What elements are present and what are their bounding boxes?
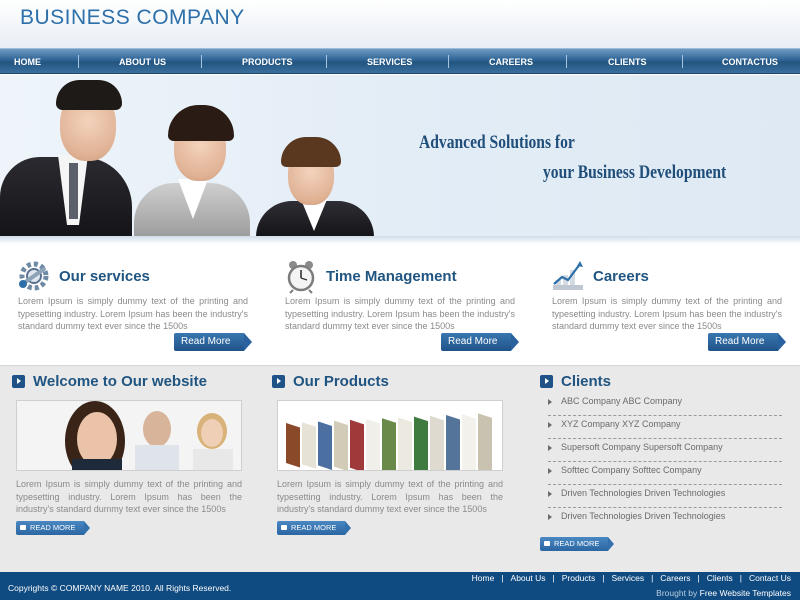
service-title: Careers	[593, 268, 649, 285]
nav-separator	[78, 55, 79, 68]
nav-item-careers[interactable]: CAREERS	[489, 49, 533, 75]
nav-separator	[682, 55, 683, 68]
footer-link-home[interactable]: Home	[472, 573, 495, 583]
banner-photo-man	[0, 75, 135, 237]
welcome-heading: Welcome to Our website	[12, 373, 207, 391]
read-more-button[interactable]: Read More	[441, 333, 519, 351]
section-title: Clients	[561, 373, 612, 391]
hero-banner: Advanced Solutions for your Business Dev…	[0, 75, 800, 243]
section-title: Our Products	[293, 373, 389, 391]
service-block-time-management: Time Management Lorem Ipsum is simply du…	[283, 258, 519, 358]
list-item[interactable]: ABC Company ABC Company	[548, 393, 782, 416]
bullet-arrow-icon	[548, 422, 552, 428]
service-title: Time Management	[326, 268, 457, 285]
service-description: Lorem Ipsum is simply dummy text of the …	[18, 296, 248, 331]
header: BUSINESS COMPANY	[0, 0, 800, 48]
service-title: Our services	[59, 268, 150, 285]
footer-separator: |	[602, 573, 605, 583]
bullet-arrow-icon	[12, 375, 25, 389]
banner-photo-woman-2	[250, 75, 380, 237]
service-description: Lorem Ipsum is simply dummy text of the …	[552, 296, 782, 331]
footer-link-careers[interactable]: Careers	[660, 573, 690, 583]
footer-separator: |	[552, 573, 555, 583]
products-books-photo	[277, 400, 503, 471]
footer-link-about-us[interactable]: About Us	[511, 573, 546, 583]
bullet-arrow-icon	[540, 375, 553, 389]
footer-link-contact-us[interactable]: Contact Us	[749, 573, 791, 583]
service-block-our-services: Our services Lorem Ipsum is simply dummy…	[16, 258, 252, 358]
list-item[interactable]: Driven Technologies Driven Technologies	[548, 485, 782, 508]
growth-chart-icon	[550, 258, 586, 294]
bullet-arrow-icon	[548, 491, 552, 497]
page: BUSINESS COMPANY HOME ABOUT US PRODUCTS …	[0, 0, 800, 600]
nav-separator	[326, 55, 327, 68]
nav-item-clients[interactable]: CLIENTS	[608, 49, 647, 75]
client-link[interactable]: Softtec Company Softtec Company	[561, 465, 702, 475]
read-more-button[interactable]: READ MORE	[540, 537, 614, 551]
list-item[interactable]: Driven Technologies Driven Technologies	[548, 508, 782, 531]
read-more-button[interactable]: Read More	[708, 333, 786, 351]
bullet-arrow-icon	[272, 375, 285, 389]
nav-separator	[448, 55, 449, 68]
credit-line: Brought by Free Website Templates	[656, 588, 791, 598]
main-nav: HOME ABOUT US PRODUCTS SERVICES CAREERS …	[0, 48, 800, 74]
credit-prefix: Brought by	[656, 588, 698, 598]
bullet-arrow-icon	[548, 399, 552, 405]
nav-item-home[interactable]: HOME	[14, 49, 41, 75]
copyright-text: Copyrights © COMPANY NAME 2010. All Righ…	[8, 583, 232, 593]
banner-photo-woman-1	[130, 75, 260, 237]
nav-item-about-us[interactable]: ABOUT US	[119, 49, 166, 75]
bullet-arrow-icon	[548, 445, 552, 451]
list-item[interactable]: Supersoft Company Supersoft Company	[548, 439, 782, 462]
welcome-team-photo	[16, 400, 242, 471]
service-block-careers: Careers Lorem Ipsum is simply dummy text…	[550, 258, 786, 358]
gear-wrench-icon	[16, 258, 52, 294]
products-heading: Our Products	[272, 373, 389, 391]
client-link[interactable]: ABC Company ABC Company	[561, 396, 682, 406]
read-more-button[interactable]: Read More	[174, 333, 252, 351]
client-link[interactable]: Driven Technologies Driven Technologies	[561, 488, 725, 498]
list-item[interactable]: Softtec Company Softtec Company	[548, 462, 782, 485]
banner-shadow	[0, 236, 800, 244]
read-more-button[interactable]: READ MORE	[16, 521, 90, 535]
service-description: Lorem Ipsum is simply dummy text of the …	[285, 296, 515, 331]
nav-separator	[201, 55, 202, 68]
brand-logo-text[interactable]: BUSINESS COMPANY	[20, 6, 245, 30]
banner-headline-line-2: your Business Development	[543, 162, 727, 183]
client-link[interactable]: Driven Technologies Driven Technologies	[561, 511, 725, 521]
nav-item-services[interactable]: SERVICES	[367, 49, 412, 75]
footer-separator: |	[501, 573, 504, 583]
alarm-clock-icon	[283, 258, 319, 294]
bullet-arrow-icon	[548, 468, 552, 474]
credit-link[interactable]: Free Website Templates	[700, 588, 791, 598]
nav-separator	[566, 55, 567, 68]
footer-separator: |	[651, 573, 654, 583]
clients-heading: Clients	[540, 373, 611, 391]
client-link[interactable]: Supersoft Company Supersoft Company	[561, 442, 723, 452]
footer-link-clients[interactable]: Clients	[707, 573, 733, 583]
footer-separator: |	[739, 573, 742, 583]
footer-nav: Home | About Us | Products | Services | Careers |…	[472, 573, 791, 583]
bullet-arrow-icon	[548, 514, 552, 520]
nav-item-products[interactable]: PRODUCTS	[242, 49, 293, 75]
products-description: Lorem Ipsum is simply dummy text of the …	[277, 479, 503, 514]
footer-link-services[interactable]: Services	[611, 573, 644, 583]
read-more-button[interactable]: READ MORE	[277, 521, 351, 535]
nav-item-contact-us[interactable]: CONTACTUS	[722, 49, 778, 75]
footer: Copyrights © COMPANY NAME 2010. All Righ…	[0, 572, 800, 600]
footer-link-products[interactable]: Products	[562, 573, 596, 583]
banner-headline-line-1: Advanced Solutions for	[419, 132, 575, 153]
footer-separator: |	[697, 573, 700, 583]
welcome-description: Lorem Ipsum is simply dummy text of the …	[16, 479, 242, 514]
section-title: Welcome to Our website	[33, 373, 207, 391]
list-item[interactable]: XYZ Company XYZ Company	[548, 416, 782, 439]
client-link[interactable]: XYZ Company XYZ Company	[561, 419, 681, 429]
